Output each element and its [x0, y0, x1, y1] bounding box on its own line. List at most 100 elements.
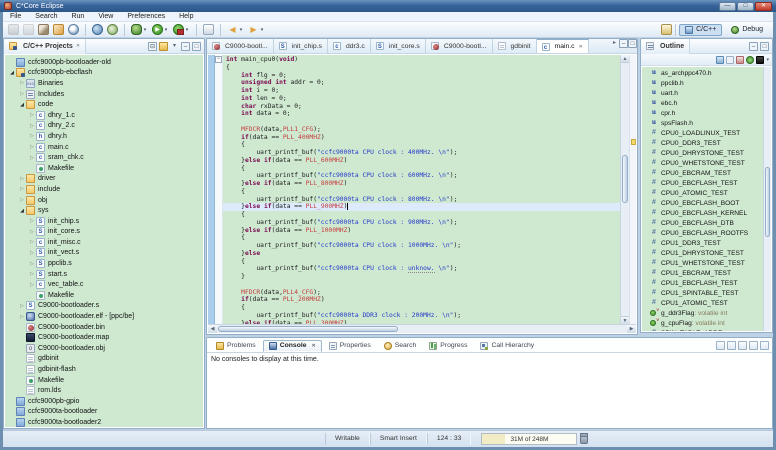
run-button[interactable]: ▾	[151, 23, 170, 36]
hide-static-members-icon[interactable]	[736, 56, 744, 64]
tree-item[interactable]: C9000-bootloader.map	[5, 332, 203, 343]
collapsed-arrow-icon[interactable]: ▷	[28, 271, 36, 277]
tree-item[interactable]: ▷ppclib.s	[5, 258, 203, 269]
code-line[interactable]	[223, 118, 620, 126]
menu-run[interactable]: Run	[64, 13, 91, 20]
debug-button[interactable]: ▾	[130, 23, 149, 36]
edit-button[interactable]	[52, 23, 65, 36]
code-line[interactable]: }else	[223, 250, 620, 258]
open-console-log-icon[interactable]	[716, 341, 725, 350]
outline-item[interactable]: g_ddr3Flag : volatile int	[642, 308, 763, 318]
outline-item[interactable]: CPU1_ATOMIC_TEST	[642, 298, 763, 308]
outline-item[interactable]: CPU0_WHETSTONE_TEST	[642, 158, 763, 168]
tree-item[interactable]: ◢ccfc9000pb-ebcflash	[5, 68, 203, 79]
outline-item[interactable]: CPU0_DDR3_TEST	[642, 138, 763, 148]
collapsed-arrow-icon[interactable]: ▷	[28, 112, 36, 118]
expanded-arrow-icon[interactable]: ◢	[8, 70, 16, 76]
outline-item[interactable]: ebc.h	[642, 98, 763, 108]
collapsed-arrow-icon[interactable]: ▷	[18, 176, 26, 182]
code-line[interactable]: int i = 0;	[223, 87, 620, 95]
code-line[interactable]: int main_cpu0(void)	[223, 56, 620, 64]
outline-item[interactable]: as_archppc470.h	[642, 68, 763, 78]
code-line[interactable]: uart_printf_buf("ccfc9000ta CPU clock : …	[223, 265, 620, 273]
tree-item[interactable]: C9000-bootloader.bin	[5, 322, 203, 333]
outline-item[interactable]: CPU1_EBCFLASH_TEST	[642, 278, 763, 288]
tree-item[interactable]: ▷C9000-bootloader.s	[5, 301, 203, 312]
tab-overflow-icon[interactable]: ▸	[610, 39, 619, 48]
tree-item[interactable]: ▷init_vect.s	[5, 248, 203, 259]
outline-item[interactable]: g_cpuFlag : volatile int	[642, 318, 763, 328]
tree-item[interactable]: ▷Includes	[5, 89, 203, 100]
minimize-editor-icon[interactable]: –	[619, 39, 628, 48]
collapsed-arrow-icon[interactable]: ▷	[28, 133, 36, 139]
code-line[interactable]: {	[223, 304, 620, 312]
hide-non-public-icon[interactable]	[746, 56, 754, 64]
code-line[interactable]: uart_printf_buf("ccfc9000ta CPU clock : …	[223, 149, 620, 157]
view-menu-icon[interactable]: ▾	[766, 56, 769, 64]
tree-item[interactable]: ▷init_core.s	[5, 227, 203, 238]
tree-item[interactable]: gdbinit	[5, 354, 203, 365]
collapsed-arrow-icon[interactable]: ▷	[28, 229, 36, 235]
editor-vertical-scrollbar[interactable]: ▲ ▼	[620, 55, 629, 324]
maximize-editor-icon[interactable]: □	[628, 39, 637, 48]
scroll-down-icon[interactable]: ▼	[621, 316, 629, 324]
close-tab-icon[interactable]: ✕	[579, 44, 583, 50]
view-menu-icon[interactable]: ▾	[170, 42, 179, 51]
scrollbar-thumb[interactable]	[218, 326, 398, 332]
code-line[interactable]: uart_printf_buf("ccfc9000ta DDR3 clock :…	[223, 312, 620, 320]
refresh-button[interactable]	[106, 23, 119, 36]
tree-item[interactable]: ▷start.s	[5, 269, 203, 280]
code-line[interactable]: uart_printf_buf("ccfc9000ta CPU clock : …	[223, 242, 620, 250]
tree-item[interactable]: Makefile	[5, 163, 203, 174]
back-button[interactable]: ▾	[226, 23, 245, 36]
code-line[interactable]: uart_printf_buf("ccfc9000ta CPU clock : …	[223, 219, 620, 227]
code-line[interactable]: }else if(data == PLL_600MHZ)	[223, 157, 620, 165]
code-line[interactable]: uart_printf_buf("ccfc9000ta CPU clock : …	[223, 172, 620, 180]
tree-item[interactable]: ▷driver	[5, 174, 203, 185]
code-line[interactable]: {	[223, 188, 620, 196]
dropdown-arrow-icon[interactable]: ▾	[163, 27, 169, 33]
editor-tab-init-core-s[interactable]: init_core.s	[371, 39, 426, 53]
editor-tab-c9000-bootl[interactable]: C9000-bootl...	[426, 39, 493, 53]
console-tab-problems[interactable]: Problems	[210, 340, 262, 352]
maximize-window-button[interactable]: □	[737, 2, 754, 11]
outline-item[interactable]: cpr.h	[642, 108, 763, 118]
collapsed-arrow-icon[interactable]: ▷	[28, 250, 36, 256]
close-view-icon[interactable]: ✕	[76, 43, 80, 49]
tree-item[interactable]: Makefile	[5, 375, 203, 386]
outline-item[interactable]: CPU1_WHETSTONE_TEST	[642, 258, 763, 268]
outline-item[interactable]: CPU1_DHRYSTONE_TEST	[642, 248, 763, 258]
menu-help[interactable]: Help	[172, 13, 200, 20]
tree-item[interactable]: ▷dhry_1.c	[5, 110, 203, 121]
tree-item[interactable]: ▷Binaries	[5, 78, 203, 89]
dropdown-arrow-icon[interactable]: ▾	[142, 27, 148, 33]
outline-item[interactable]: CPU0_LOADLINUX_TEST	[642, 128, 763, 138]
outline-item[interactable]: ppclib.h	[642, 78, 763, 88]
tree-item[interactable]: gdbinit-flash	[5, 364, 203, 375]
code-line[interactable]: {	[223, 141, 620, 149]
collapse-all-icon[interactable]: ⊟	[148, 42, 157, 51]
collapsed-arrow-icon[interactable]: ▷	[28, 218, 36, 224]
outline-item[interactable]: CPU0_ATOMIC_TEST	[642, 188, 763, 198]
tree-item[interactable]: C9000-bootloader.obj	[5, 343, 203, 354]
outline-vertical-scrollbar[interactable]	[763, 67, 771, 331]
editor-vertical-ruler[interactable]	[208, 55, 215, 324]
tab-outline[interactable]: Outline	[641, 39, 690, 54]
tree-item[interactable]: ▷C9000-bootloader.elf - [ppc/be]	[5, 311, 203, 322]
console-tab-progress[interactable]: Progress	[423, 340, 473, 352]
tree-item[interactable]: ▷obj	[5, 195, 203, 206]
tree-item[interactable]: ▷include	[5, 184, 203, 195]
editor-tab-main-c[interactable]: main.c✕	[537, 39, 589, 53]
tree-item[interactable]: ccfc9000pb-gpio	[5, 396, 203, 407]
outline-item[interactable]: CPU0_EBCFLASH_KERNEL	[642, 208, 763, 218]
scrollbar-thumb[interactable]	[765, 167, 770, 237]
collapsed-arrow-icon[interactable]: ▷	[28, 123, 36, 129]
code-line[interactable]: {	[223, 234, 620, 242]
tree-item[interactable]: ◢sys	[5, 205, 203, 216]
perspective-debug[interactable]: Debug	[725, 24, 769, 36]
minimize-view-icon[interactable]: –	[749, 42, 758, 51]
code-line[interactable]: }else if(data == PLL_900MHZ)	[223, 203, 620, 211]
menu-search[interactable]: Search	[28, 13, 64, 20]
tree-item[interactable]: ccfc9000ta-bootloader2	[5, 417, 203, 427]
overview-ruler[interactable]	[629, 55, 636, 324]
